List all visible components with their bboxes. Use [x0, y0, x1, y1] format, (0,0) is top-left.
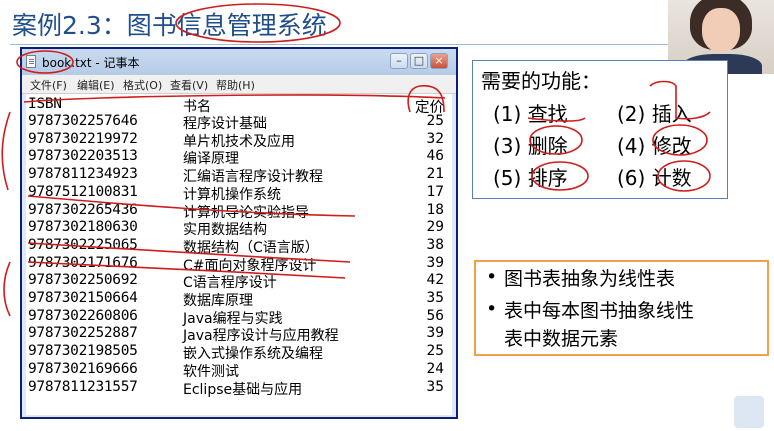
- minimize-button[interactable]: –: [390, 53, 408, 69]
- book-isbn: 9787811231557: [28, 378, 138, 395]
- book-isbn: 9787302257646: [28, 113, 138, 129]
- table-row: 9787512100831 计算机操作系统 17: [28, 183, 448, 203]
- summary-box: • 图书表抽象为线性表 • 表中每本图书抽象线性 表中数据元素: [474, 260, 769, 356]
- functions-heading: 需要的功能：: [481, 69, 601, 93]
- book-isbn: 9787512100831: [28, 183, 138, 200]
- notepad-text-area[interactable]: ISBN 书名 定价 9787302257646 程序设计基础 25 97873022…: [26, 94, 452, 415]
- book-isbn: 9787302180630: [28, 219, 138, 236]
- notepad-titlebar[interactable]: book.txt - 记事本 – □ ×: [22, 49, 456, 75]
- book-isbn: 9787811234923: [28, 166, 138, 183]
- table-row: 9787302225065 数据结构（C语言版） 38: [28, 236, 448, 256]
- book-price: 17: [426, 183, 444, 200]
- table-row: 9787302219972 单片机技术及应用 32: [28, 130, 448, 150]
- book-isbn: 9787302171676: [28, 254, 138, 271]
- bullet-marker: •: [486, 298, 498, 320]
- function-delete: (3) 删除: [493, 134, 568, 158]
- slide-title: 案例2.3：图书信息管理系统: [12, 11, 327, 40]
- book-isbn: 9787302198505: [28, 343, 138, 360]
- table-row: 9787302265436 计算机导论实验指导 18: [28, 201, 448, 221]
- book-price: 21: [426, 166, 444, 183]
- function-search: (1) 查找: [493, 102, 568, 126]
- notepad-file-icon: [26, 55, 36, 68]
- table-row: 9787302150664 数据库原理 35: [28, 290, 448, 309]
- menu-edit[interactable]: 编辑(E): [77, 77, 115, 93]
- book-price: 46: [426, 148, 444, 165]
- function-modify: (4) 修改: [617, 134, 692, 158]
- book-price: 25: [426, 343, 444, 360]
- presenter-face: [702, 8, 740, 52]
- table-row: 9787302198505 嵌入式操作系统及编程 25: [28, 343, 448, 362]
- notepad-menubar: 文件(F) 编辑(E) 格式(O) 查看(V) 帮助(H): [22, 75, 456, 94]
- menu-help[interactable]: 帮助(H): [216, 77, 255, 93]
- book-isbn: 9787302250692: [28, 272, 138, 289]
- book-price: 24: [426, 360, 444, 377]
- book-price: 38: [426, 236, 444, 253]
- book-isbn: 9787302260806: [28, 307, 138, 324]
- book-price: 35: [426, 378, 444, 395]
- annotation-left-bracket-1: [1, 111, 11, 191]
- bullet-linear-list: 图书表抽象为线性表: [504, 268, 676, 290]
- functions-box: 需要的功能： (1) 查找 (2) 插入 (3) 删除 (4) 修改 (5) 排…: [472, 60, 728, 199]
- book-isbn: 9787302203513: [28, 148, 138, 165]
- book-price: 29: [426, 219, 444, 236]
- table-row: 9787302260806 Java编程与实践 56: [28, 307, 448, 327]
- page-corner-tab: [734, 396, 764, 428]
- function-count: (6) 计数: [617, 166, 692, 190]
- annotation-left-bracket-2: [3, 261, 11, 317]
- maximize-button[interactable]: □: [410, 53, 428, 69]
- function-insert: (2) 插入: [617, 102, 692, 126]
- notepad-title: book.txt - 记事本: [42, 56, 140, 70]
- table-row: 9787302203513 编译原理 46: [28, 148, 448, 167]
- book-price: 42: [426, 272, 444, 289]
- menu-view[interactable]: 查看(V): [170, 77, 208, 93]
- table-row: 9787302257646 程序设计基础 25: [28, 113, 448, 132]
- notepad-window: book.txt - 记事本 – □ × 文件(F) 编辑(E) 格式(O) 查…: [20, 47, 458, 419]
- table-row: 9787302180630 实用数据结构 29: [28, 219, 448, 238]
- book-isbn: 9787302150664: [28, 290, 138, 306]
- menu-file[interactable]: 文件(F): [30, 77, 67, 93]
- close-button[interactable]: ×: [430, 53, 448, 69]
- title-divider: [10, 44, 762, 45]
- book-isbn: 9787302219972: [28, 130, 138, 147]
- book-price: 39: [426, 254, 444, 271]
- table-row: 9787811231557 Eclipse基础与应用 35: [28, 378, 448, 398]
- bullet-marker: •: [486, 266, 498, 288]
- book-isbn: 9787302265436: [28, 201, 138, 218]
- book-price: 18: [426, 201, 444, 218]
- table-header-row: ISBN 书名 定价: [28, 96, 448, 116]
- book-price: 25: [426, 113, 444, 129]
- table-row: 9787302250692 C语言程序设计 42: [28, 272, 448, 291]
- header-isbn: ISBN: [28, 96, 62, 112]
- book-price: 39: [426, 325, 444, 342]
- bullet-element-line2: 表中数据元素: [504, 328, 619, 350]
- table-row: 9787811234923 汇编语言程序设计教程 21: [28, 166, 448, 185]
- book-isbn: 9787302169666: [28, 360, 138, 377]
- book-isbn: 9787302225065: [28, 236, 138, 253]
- book-price: 56: [426, 307, 444, 324]
- menu-format[interactable]: 格式(O): [123, 77, 162, 93]
- table-row: 9787302171676 C#面向对象程序设计 39: [28, 254, 448, 274]
- bullet-element-line1: 表中每本图书抽象线性: [504, 300, 695, 322]
- book-name: Eclipse基础与应用: [183, 381, 303, 398]
- function-sort: (5) 排序: [493, 166, 568, 190]
- book-price: 35: [426, 290, 444, 306]
- book-isbn: 9787302252887: [28, 325, 138, 342]
- book-price: 32: [426, 130, 444, 147]
- table-row: 9787302252887 Java程序设计与应用教程 39: [28, 325, 448, 344]
- table-row: 9787302169666 软件测试 24: [28, 360, 448, 380]
